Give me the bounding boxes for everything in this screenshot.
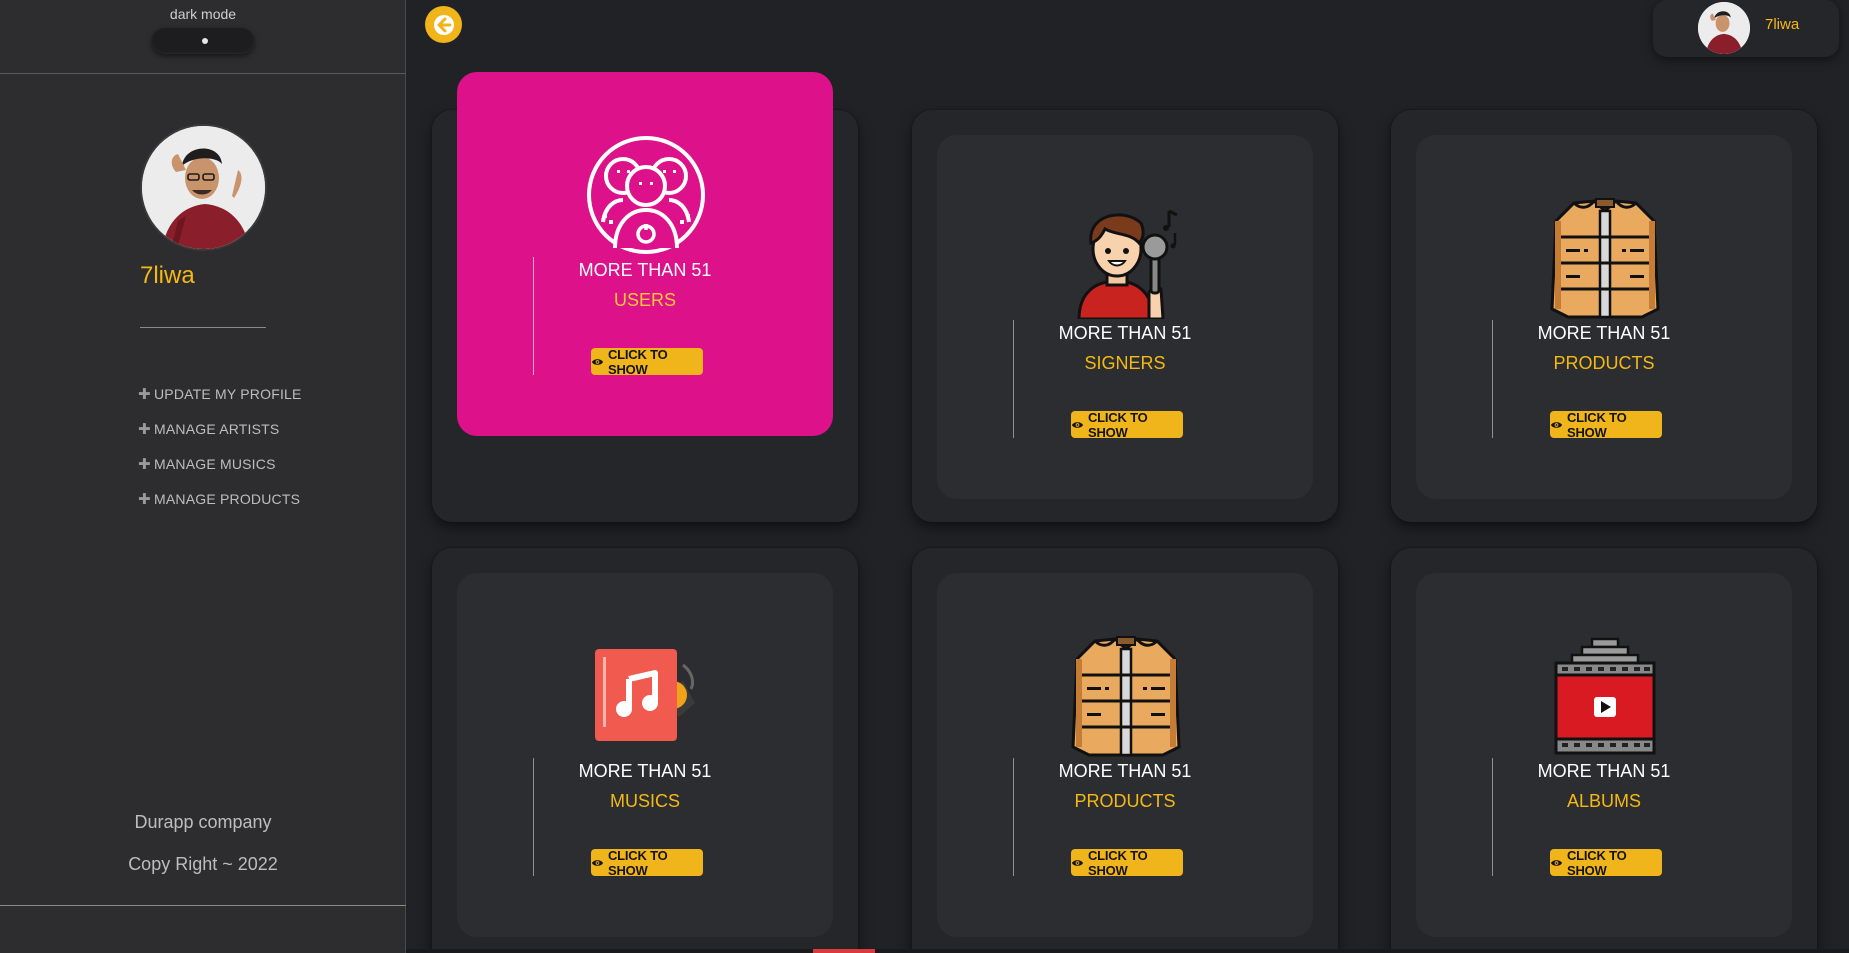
card-container-signers: MORE THAN 51 SIGNERS CLICK TO SHOW <box>912 110 1338 522</box>
button-label: CLICK TO SHOW <box>1087 847 1148 878</box>
sidebar: dark mode 7liwa ✚ UPDATE MY PROFILE ✚ MA… <box>0 0 406 953</box>
card-albums[interactable]: MORE THAN 51 ALBUMS CLICK TO SHOW <box>1416 573 1792 937</box>
dark-mode-toggle[interactable] <box>152 28 254 54</box>
menu-update-profile[interactable]: ✚ UPDATE MY PROFILE <box>138 376 302 411</box>
card-count-text: MORE THAN 51 <box>1537 761 1671 781</box>
click-to-show-button[interactable]: CLICK TO SHOW <box>1550 409 1662 440</box>
button-label: CLICK TO SHOW <box>607 346 668 377</box>
singer-icon <box>1065 197 1187 321</box>
sidebar-menu: ✚ UPDATE MY PROFILE ✚ MANAGE ARTISTS ✚ M… <box>138 376 302 516</box>
card-type-label: ALBUMS <box>1566 791 1642 811</box>
scrollbar-thumb[interactable] <box>813 949 875 953</box>
eye-icon <box>1071 859 1084 866</box>
eye-icon <box>1550 421 1563 428</box>
menu-item-label: MANAGE MUSICS <box>154 455 276 472</box>
click-to-show-button[interactable]: CLICK TO SHOW <box>1550 847 1662 878</box>
person-icon <box>142 126 265 249</box>
card-type-label: SIGNERS <box>1084 353 1166 373</box>
card-musics[interactable]: MORE THAN 51 MUSICS CLICK TO SHOW <box>457 573 833 937</box>
button-label: CLICK TO SHOW <box>1087 409 1148 440</box>
video-reel-icon <box>1544 635 1666 757</box>
company-name: Durapp company <box>134 812 272 832</box>
card-count-text: MORE THAN 51 <box>1537 323 1671 343</box>
button-label: CLICK TO SHOW <box>1566 847 1627 878</box>
user-chip[interactable]: 7liwa <box>1653 0 1839 57</box>
user-avatar <box>1698 2 1750 54</box>
toggle-knob <box>202 38 208 44</box>
menu-manage-products[interactable]: ✚ MANAGE PRODUCTS <box>138 481 302 516</box>
click-to-show-button[interactable]: CLICK TO SHOW <box>1071 847 1183 878</box>
jacket-icon <box>1065 635 1187 757</box>
click-to-show-button[interactable]: CLICK TO SHOW <box>591 847 703 878</box>
card-type-label: MUSICS <box>609 791 680 811</box>
profile-avatar <box>140 124 267 251</box>
card-container-albums: MORE THAN 51 ALBUMS CLICK TO SHOW <box>1391 548 1817 953</box>
menu-item-label: MANAGE PRODUCTS <box>154 490 301 507</box>
back-button[interactable] <box>425 6 462 43</box>
person-icon <box>1698 2 1750 54</box>
card-type-label: PRODUCTS <box>1074 791 1176 811</box>
card-signers[interactable]: MORE THAN 51 SIGNERS CLICK TO SHOW <box>937 135 1313 499</box>
card-type-label: PRODUCTS <box>1553 353 1655 373</box>
card-container-products: MORE THAN 51 PRODUCTS CLICK TO SHOW <box>1391 110 1817 522</box>
card-container-users: MORE THAN 51 USERS CLICK TO SHOW <box>432 72 858 522</box>
plus-icon: ✚ <box>138 420 151 438</box>
divider <box>0 905 406 906</box>
menu-item-label: MANAGE ARTISTS <box>154 420 280 437</box>
plus-icon: ✚ <box>138 490 151 508</box>
eye-icon <box>1071 421 1084 428</box>
click-to-show-button[interactable]: CLICK TO SHOW <box>591 346 703 377</box>
dark-mode-label: dark mode <box>169 6 237 22</box>
card-products-2[interactable]: MORE THAN 51 PRODUCTS CLICK TO SHOW <box>937 573 1313 937</box>
card-count-text: MORE THAN 51 <box>1058 323 1192 343</box>
card-users[interactable]: MORE THAN 51 USERS CLICK TO SHOW <box>457 72 833 436</box>
divider <box>140 327 266 328</box>
plus-icon: ✚ <box>138 385 151 403</box>
copyright-text: Copy Right ~ 2022 <box>128 854 278 874</box>
eye-icon <box>1550 859 1563 866</box>
jacket-icon <box>1544 197 1666 319</box>
click-to-show-button[interactable]: CLICK TO SHOW <box>1071 409 1183 440</box>
button-label: CLICK TO SHOW <box>607 847 668 878</box>
arrow-left-icon <box>433 14 454 35</box>
music-album-icon <box>585 635 707 757</box>
horizontal-scrollbar[interactable] <box>406 949 1849 953</box>
card-container-products-2: MORE THAN 51 PRODUCTS CLICK TO SHOW <box>912 548 1338 953</box>
card-count-text: MORE THAN 51 <box>578 761 712 781</box>
card-type-label: USERS <box>613 290 676 310</box>
dark-mode-section: dark mode <box>0 0 406 74</box>
card-count-text: MORE THAN 51 <box>578 260 712 280</box>
eye-icon <box>591 358 604 365</box>
users-group-icon <box>585 134 707 256</box>
header-username: 7liwa <box>1765 16 1800 33</box>
menu-manage-musics[interactable]: ✚ MANAGE MUSICS <box>138 446 302 481</box>
card-count-text: MORE THAN 51 <box>1058 761 1192 781</box>
menu-item-label: UPDATE MY PROFILE <box>154 385 302 402</box>
card-products[interactable]: MORE THAN 51 PRODUCTS CLICK TO SHOW <box>1416 135 1792 499</box>
card-container-musics: MORE THAN 51 MUSICS CLICK TO SHOW <box>432 548 858 953</box>
menu-manage-artists[interactable]: ✚ MANAGE ARTISTS <box>138 411 302 446</box>
button-label: CLICK TO SHOW <box>1566 409 1627 440</box>
plus-icon: ✚ <box>138 455 151 473</box>
eye-icon <box>591 859 604 866</box>
sidebar-username: 7liwa <box>140 262 195 289</box>
